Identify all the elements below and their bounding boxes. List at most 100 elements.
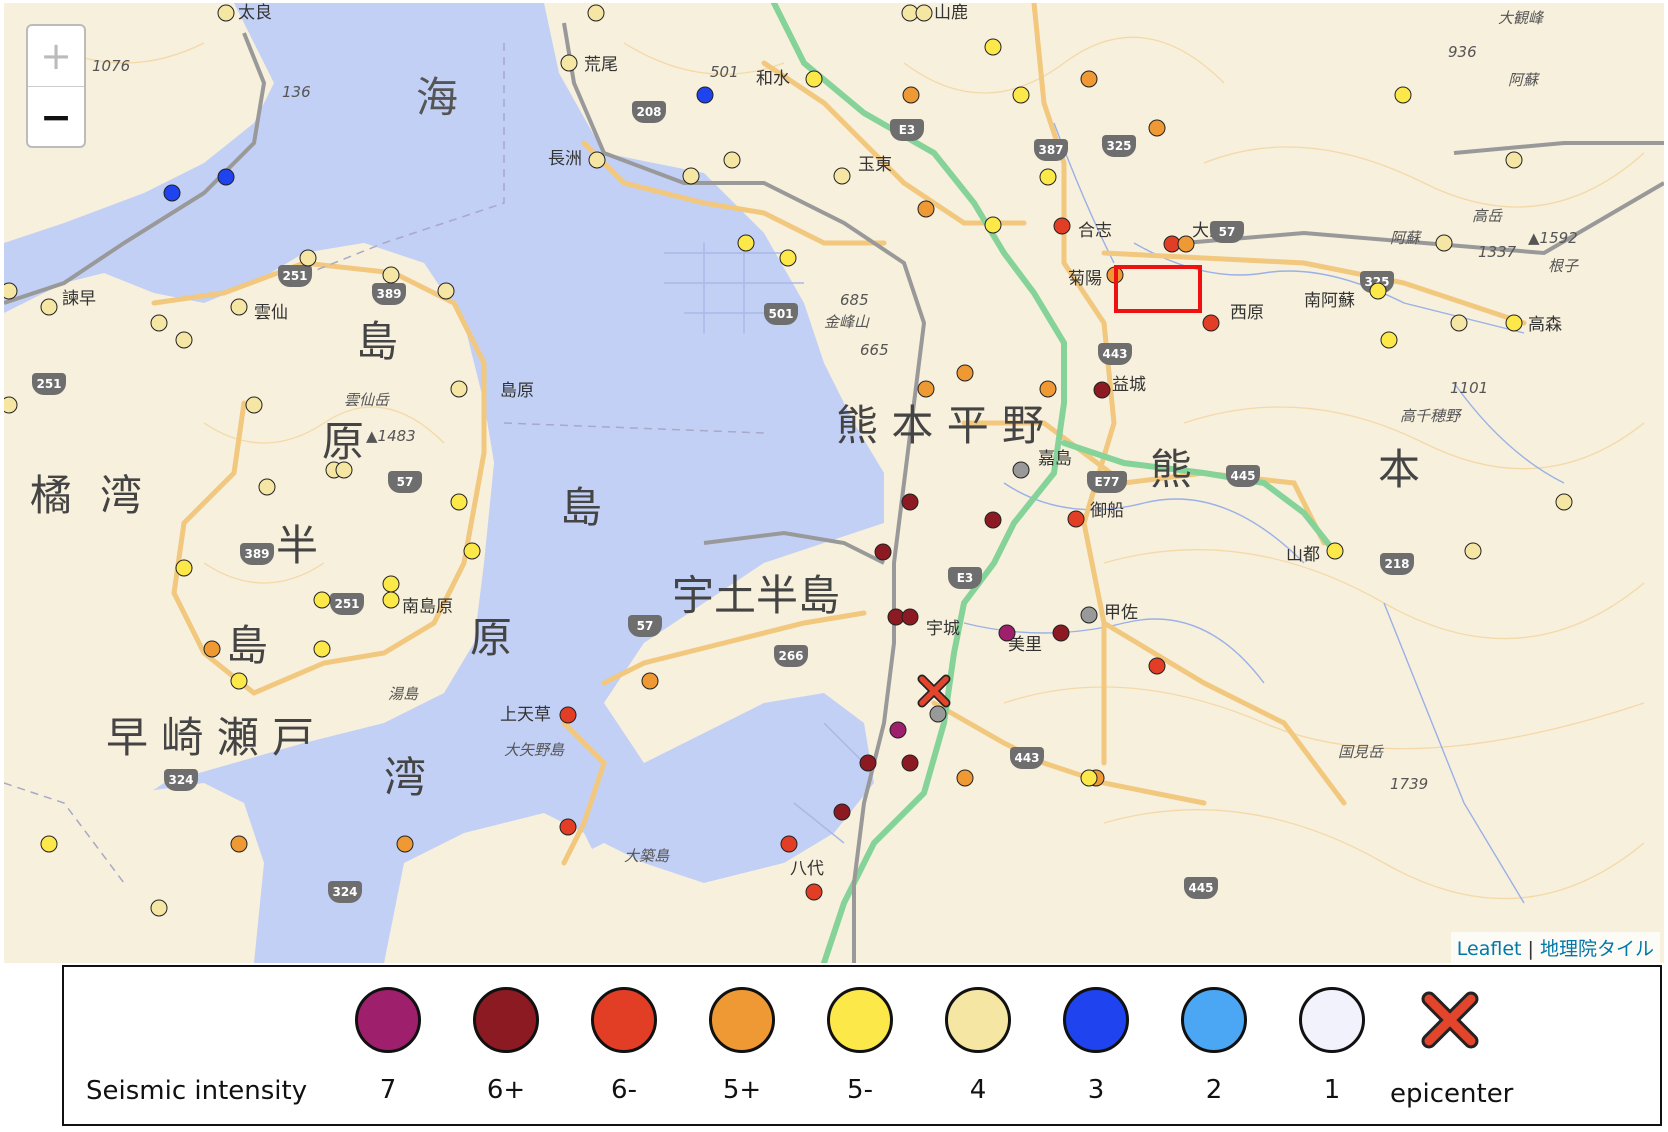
station-marker-intensity-6+[interactable] (1052, 624, 1070, 642)
place-nagasu: 長洲 (548, 149, 582, 169)
station-marker-intensity-5+[interactable] (1177, 235, 1195, 253)
station-marker-intensity-3[interactable] (163, 184, 181, 202)
station-marker-intensity-5-[interactable] (1080, 769, 1098, 787)
station-marker-intensity-5+[interactable] (203, 640, 221, 658)
station-marker-intensity-4[interactable] (682, 167, 700, 185)
station-marker-intensity-5-[interactable] (737, 234, 755, 252)
legend-item-intensity-7: 7 (328, 987, 448, 1105)
station-marker-intensity-4[interactable] (723, 151, 741, 169)
station-marker-intensity-4[interactable] (230, 298, 248, 316)
station-marker-intensity-5+[interactable] (396, 835, 414, 853)
station-marker-intensity-4[interactable] (150, 899, 168, 917)
station-marker-intensity-5-[interactable] (450, 493, 468, 511)
station-marker-intensity-4[interactable] (1464, 542, 1482, 560)
station-marker-intensity-3[interactable] (696, 86, 714, 104)
place-nishihara: 西原 (1230, 303, 1264, 323)
station-marker-intensity-7[interactable] (998, 624, 1016, 642)
station-marker-intensity-3[interactable] (217, 168, 235, 186)
station-marker-intensity-5+[interactable] (917, 200, 935, 218)
station-marker-intensity-6+[interactable] (859, 754, 877, 772)
gsi-tiles-link[interactable]: 地理院タイル (1540, 938, 1654, 960)
station-marker-intensity-4[interactable] (1505, 151, 1523, 169)
station-marker-intensity-4[interactable] (175, 331, 193, 349)
station-marker-intensity-4[interactable] (150, 314, 168, 332)
place-yamato: 山都 (1286, 545, 1320, 565)
station-marker-intensity-6+[interactable] (901, 493, 919, 511)
route-shield: 324 (328, 881, 362, 903)
station-marker-intensity-5-[interactable] (1380, 331, 1398, 349)
station-marker-intensity-4[interactable] (587, 4, 605, 22)
station-marker-intensity-6-[interactable] (559, 706, 577, 724)
station-marker-intensity-5-[interactable] (984, 216, 1002, 234)
station-marker-intensity-5+[interactable] (956, 364, 974, 382)
station-marker-intensity-5-[interactable] (313, 640, 331, 658)
station-marker-intensity-5-[interactable] (984, 38, 1002, 56)
leaflet-link[interactable]: Leaflet (1457, 938, 1522, 960)
station-marker-intensity-6+[interactable] (901, 608, 919, 626)
station-marker-intensity-6-[interactable] (780, 835, 798, 853)
station-marker-intensity-5-[interactable] (382, 575, 400, 593)
station-marker-intensity-5+[interactable] (1148, 119, 1166, 137)
station-marker-intensity-5-[interactable] (1505, 314, 1523, 332)
station-marker-intensity-4[interactable] (335, 461, 353, 479)
legend-swatch (827, 987, 893, 1053)
station-marker-intensity-7[interactable] (889, 721, 907, 739)
station-marker-intensity-4[interactable] (588, 151, 606, 169)
station-marker-intensity-5-[interactable] (40, 835, 58, 853)
station-marker-intensity-5+[interactable] (641, 672, 659, 690)
route-shield: 208 (632, 101, 666, 123)
station-marker-intensity-4[interactable] (217, 4, 235, 22)
station-marker-intensity-6-[interactable] (559, 818, 577, 836)
station-marker-intensity-4[interactable] (560, 54, 578, 72)
station-marker-intensity-5-[interactable] (1394, 86, 1412, 104)
station-marker-intensity-5+[interactable] (1080, 70, 1098, 88)
station-marker-intensity-4[interactable] (833, 167, 851, 185)
epicenter-marker[interactable] (917, 674, 951, 708)
station-marker-intensity-6+[interactable] (984, 511, 1002, 529)
station-marker-intensity-4[interactable] (915, 4, 933, 22)
station-marker-intensity-5-[interactable] (463, 542, 481, 560)
station-marker-intensity-4[interactable] (1435, 234, 1453, 252)
station-marker-intensity-6-[interactable] (1148, 657, 1166, 675)
station-marker-intensity-5-[interactable] (779, 249, 797, 267)
station-marker-intensity-5-[interactable] (805, 70, 823, 88)
station-marker-intensity-4[interactable] (382, 266, 400, 284)
station-marker-intensity-5+[interactable] (230, 835, 248, 853)
station-marker-intensity-4[interactable] (450, 380, 468, 398)
station-marker-intensity-unknown[interactable] (929, 705, 947, 723)
station-marker-intensity-5-[interactable] (1369, 282, 1387, 300)
station-marker-intensity-5-[interactable] (230, 672, 248, 690)
station-marker-intensity-6-[interactable] (1067, 510, 1085, 528)
station-marker-intensity-4[interactable] (258, 478, 276, 496)
station-marker-intensity-unknown[interactable] (1012, 461, 1030, 479)
place-shimabara-2: 原 (322, 417, 365, 466)
station-marker-intensity-4[interactable] (299, 249, 317, 267)
zoom-out-button[interactable]: − (28, 87, 84, 147)
map-canvas[interactable]: 海 島 原 橘 湾 半 島 島 原 早 崎 瀬 戸 湾 熊 本 平 野 熊 本 … (4, 3, 1664, 963)
station-marker-intensity-5+[interactable] (917, 380, 935, 398)
station-marker-intensity-5-[interactable] (175, 559, 193, 577)
station-marker-intensity-5+[interactable] (956, 769, 974, 787)
station-marker-intensity-5-[interactable] (382, 591, 400, 609)
place-hayasaki: 早 崎 瀬 戸 (106, 713, 315, 762)
station-marker-intensity-6-[interactable] (1202, 314, 1220, 332)
station-marker-intensity-4[interactable] (1450, 314, 1468, 332)
station-marker-intensity-4[interactable] (40, 298, 58, 316)
station-marker-intensity-5-[interactable] (313, 591, 331, 609)
station-marker-intensity-unknown[interactable] (1080, 606, 1098, 624)
station-marker-intensity-4[interactable] (245, 396, 263, 414)
station-marker-intensity-6+[interactable] (1093, 381, 1111, 399)
station-marker-intensity-6+[interactable] (833, 803, 851, 821)
station-marker-intensity-6+[interactable] (874, 543, 892, 561)
zoom-in-button[interactable]: + (28, 26, 84, 87)
station-marker-intensity-5+[interactable] (1039, 380, 1057, 398)
station-marker-intensity-4[interactable] (1555, 493, 1573, 511)
station-marker-intensity-4[interactable] (437, 282, 455, 300)
station-marker-intensity-5-[interactable] (1039, 168, 1057, 186)
station-marker-intensity-5-[interactable] (1326, 542, 1344, 560)
station-marker-intensity-5-[interactable] (1012, 86, 1030, 104)
station-marker-intensity-5+[interactable] (902, 86, 920, 104)
station-marker-intensity-6-[interactable] (805, 883, 823, 901)
station-marker-intensity-6-[interactable] (1053, 217, 1071, 235)
station-marker-intensity-6+[interactable] (901, 754, 919, 772)
